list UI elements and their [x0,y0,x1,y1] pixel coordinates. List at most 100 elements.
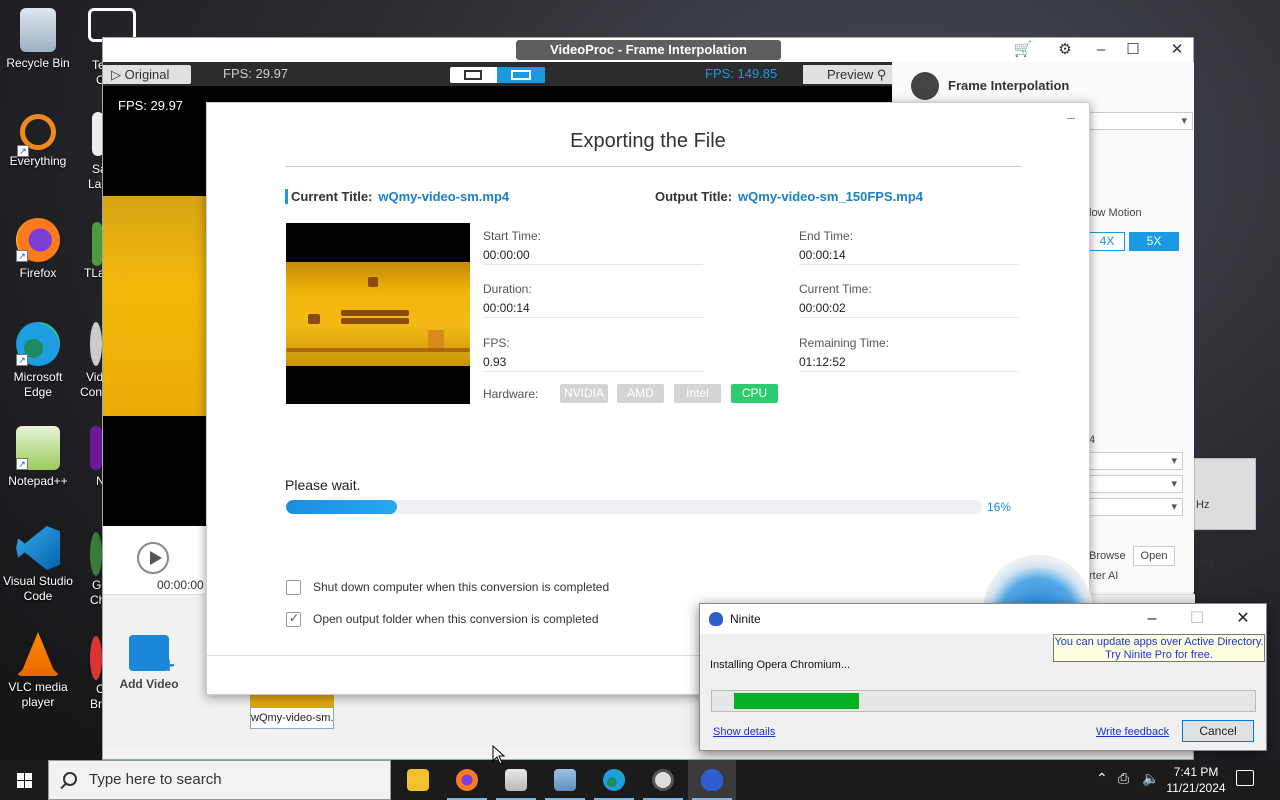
fps-output: FPS: 149.85 [705,66,778,81]
single-view-icon[interactable] [450,67,497,83]
close-button[interactable]: ✕ [1223,608,1263,630]
videoproc-titlebar: VideoProc - Frame Interpolation 🛒 ⚙ – ☐ … [103,38,1193,62]
desktop-icon-label: Recycle Bin [6,56,70,70]
current-title-label: Current Title: [291,189,373,204]
minimize-button[interactable]: – [1083,40,1119,60]
current-title-value: wQmy-video-sm.mp4 [378,189,510,204]
video-frame [103,196,213,416]
show-details-link[interactable]: Show details [713,726,775,738]
preview-button[interactable]: Preview ⚲ [803,65,892,84]
mouse-cursor-icon [492,745,506,765]
taskbar-file-explorer[interactable] [394,760,442,800]
gear-icon[interactable]: ⚙ [1047,40,1083,60]
minimize-button[interactable]: – [1059,109,1083,125]
preview-label: Preview [827,67,874,82]
partial-app-icon[interactable] [92,222,102,266]
taskbar-edge[interactable] [590,760,638,800]
taskbar-firefox[interactable] [443,760,491,800]
cancel-button[interactable]: Cancel [1182,720,1254,742]
original-toggle-button[interactable]: ▷ Original [103,65,191,84]
partial-app-icon[interactable] [90,426,102,470]
add-video-button[interactable]: Add Video [117,635,181,691]
system-clock[interactable]: 7:41 PM 11/21/2024 [1158,764,1234,796]
desktop-icon-vlc[interactable]: VLC media player [0,632,76,710]
browse-button[interactable]: Browse [1089,550,1126,562]
partial-app-icon[interactable] [90,322,102,366]
taskbar-videoproc[interactable] [639,760,687,800]
window-title: VideoProc - Frame Interpolation [516,40,781,60]
play-button[interactable] [137,542,169,574]
video-filename[interactable]: wQmy-video-sm. [250,707,334,729]
desktop-icon-everything[interactable]: ↗ Everything [0,114,76,169]
hw-nvidia: NVIDIA [560,384,608,403]
network-icon[interactable]: ⎙ [1118,770,1129,787]
start-time-label: Start Time: [483,229,542,243]
search-placeholder: Type here to search [89,771,222,788]
notepadpp-icon: ↗ [16,426,60,470]
start-button[interactable] [0,760,48,800]
export-preview-thumbnail [286,223,470,404]
notification-icon[interactable] [1236,770,1254,786]
taskbar-ninite[interactable] [688,760,736,800]
resolution-select[interactable] [1089,475,1183,493]
taskbar-installer[interactable] [492,760,540,800]
shutdown-checkbox[interactable] [286,580,301,596]
desktop-icon-notepadpp[interactable]: ↗ Notepad++ [0,426,76,489]
cart-icon[interactable]: 🛒 [1005,40,1041,60]
duration-label: Duration: [483,282,532,296]
open-folder-checkbox[interactable] [286,611,301,628]
vlc-icon [16,632,60,676]
maximize-button[interactable]: ☐ [1177,608,1217,630]
chevron-up-icon[interactable]: ⌃ [1096,770,1108,787]
output-title-value: wQmy-video-sm_150FPS.mp4 [738,189,923,204]
desktop-icon-recycle-bin[interactable]: Recycle Bin [0,8,76,71]
taskbar-mail[interactable] [541,760,589,800]
partial-app-icon[interactable] [90,532,102,576]
write-feedback-link[interactable]: Write feedback [1096,726,1169,738]
framerate-select[interactable] [1089,498,1183,516]
ninite-logo-icon [701,769,723,791]
slow-motion-label: low Motion [1089,207,1142,219]
divider [799,317,1019,318]
shutdown-option[interactable]: Shut down computer when this conversion … [286,580,609,596]
playback-time: 00:00:00 [157,578,204,592]
taskbar-search[interactable]: Type here to search [48,760,391,800]
partial-app-label: Con [80,385,103,399]
windows-logo-icon [17,773,24,780]
dialog-title: Exporting the File [570,130,726,152]
open-button[interactable]: Open [1133,546,1175,566]
desktop-icon-vscode[interactable]: Visual Studio Code [0,526,76,604]
add-video-icon [129,635,175,679]
taskbar: Type here to search ⌃ ⎙ 🔈 7:41 PM 11/21/… [0,760,1280,800]
windows-logo-icon [25,781,32,788]
btn-4x[interactable]: 4X [1089,232,1125,251]
partial-app-icon[interactable] [90,636,102,680]
current-time-value: 00:00:02 [799,301,846,315]
close-button[interactable]: ✕ [1159,40,1195,60]
install-status: Installing Opera Chromium... [710,659,850,671]
output-title-label: Output Title: [655,189,733,204]
minimize-button[interactable]: – [1132,608,1172,630]
mode-select[interactable] [1089,112,1193,130]
partial-app-label: Vid [86,370,104,384]
desktop-icon-label: VLC media player [8,680,68,709]
desktop-icon-firefox[interactable]: ↗ Firefox [0,218,76,281]
fps-value: 0.93 [483,355,507,369]
format-select[interactable] [1089,452,1183,470]
desktop-icon-edge[interactable]: ↗ Microsoft Edge [0,322,76,400]
btn-5x[interactable]: 5X [1129,232,1179,251]
open-folder-option[interactable]: Open output folder when this conversion … [286,611,599,628]
ad-line-1: You can update apps over Active Director… [1054,636,1264,648]
clock-time: 7:41 PM [1173,765,1219,779]
maximize-button[interactable]: ☐ [1115,40,1151,60]
volume-muted-icon[interactable]: 🔈 [1142,770,1159,787]
ninite-pro-ad[interactable]: You can update apps over Active Director… [1053,634,1265,662]
split-view-icon[interactable] [497,67,545,83]
end-time-label: End Time: [799,229,854,243]
view-mode-toggle[interactable] [450,67,545,83]
hw-cpu: CPU [731,384,778,403]
hardware-label: Hardware: [483,387,539,401]
partial-app-label: G [92,578,102,592]
sprite [286,348,470,352]
output-title: Output Title: wQmy-video-sm_150FPS.mp4 [655,189,923,204]
